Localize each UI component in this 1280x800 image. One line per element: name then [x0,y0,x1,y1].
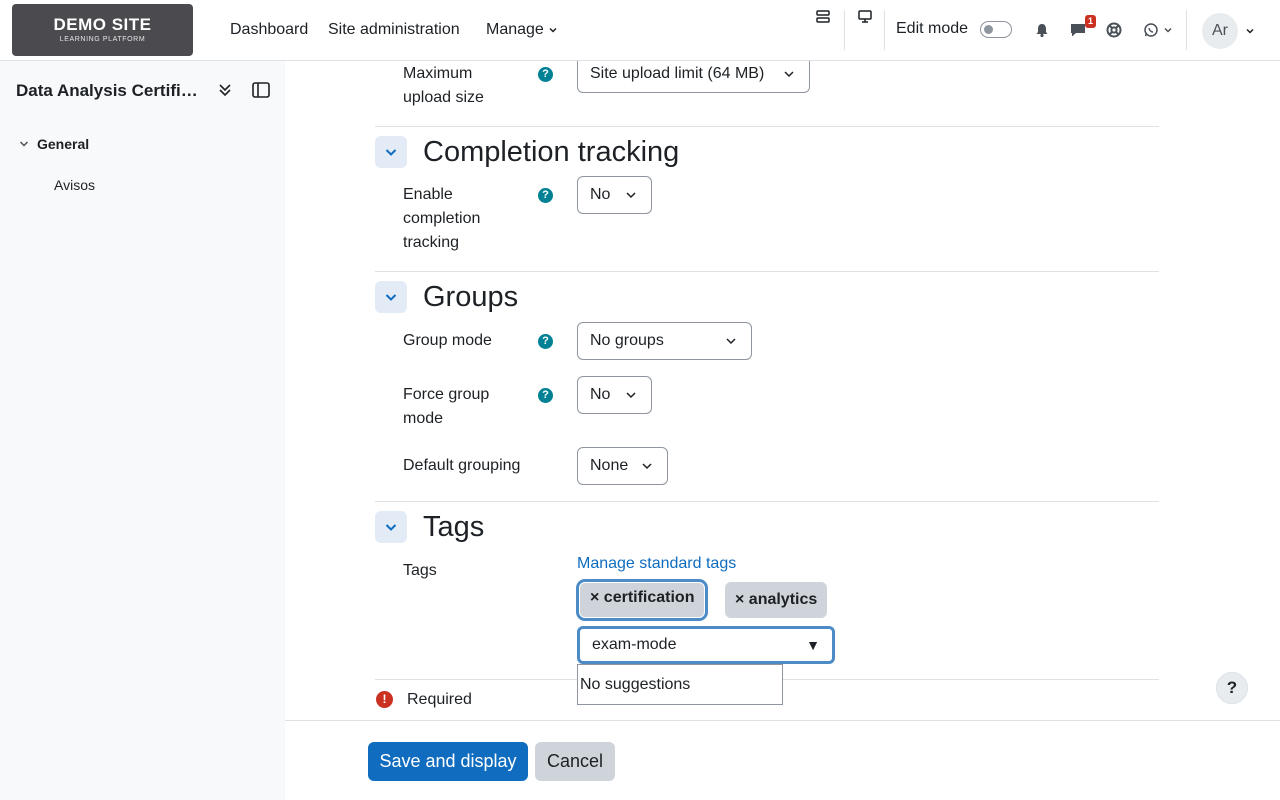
chevron-down-icon [726,338,736,345]
default-grouping-select[interactable]: None [577,447,668,485]
section-general[interactable]: General [18,136,89,152]
page-help-button[interactable]: ? [1216,672,1248,704]
completion-section-toggle[interactable] [375,136,407,168]
site-logo-tagline: LEARNING PLATFORM [59,36,146,43]
manage-standard-tags-link[interactable]: Manage standard tags [577,552,736,576]
course-index-drawer: Data Analysis Certification General Avis… [0,61,285,800]
default-grouping-label: Default grouping [403,457,521,474]
user-menu-chevron-icon[interactable] [1243,24,1257,38]
chevron-down-icon [549,27,557,33]
completion-section-title: Completion tracking [423,136,680,168]
bell-icon[interactable] [1032,20,1052,40]
force-group-mode-label: Force group mode [403,386,490,427]
chevron-down-icon [626,192,636,199]
tags-input[interactable]: exam-mode ▼ [577,626,835,664]
navbar-divider [884,10,885,50]
group-mode-select[interactable]: No groups [577,322,752,360]
groups-section-title: Groups [423,281,519,313]
chevron-down-icon [385,524,397,531]
tags-section-title: Tags [423,511,485,543]
collapse-all-icon[interactable] [216,81,234,104]
whatsapp-icon [1144,23,1158,37]
max-upload-size-select[interactable]: Site upload limit (64 MB) [577,61,810,93]
section-divider [375,271,1159,272]
navbar-divider [1186,10,1187,50]
tags-section-toggle[interactable] [375,511,407,543]
course-title[interactable]: Data Analysis Certification [16,80,206,102]
nav-dashboard[interactable]: Dashboard [230,19,308,41]
save-and-display-button[interactable]: Save and display [368,742,528,781]
chevron-down-icon [642,463,652,470]
select-value: Site upload limit (64 MB) [590,65,765,82]
groups-section-toggle[interactable] [375,281,407,313]
close-drawer-icon[interactable] [251,81,271,104]
help-icon[interactable]: ? [538,188,553,203]
activity-avisos[interactable]: Avisos [54,177,95,193]
block-layout-icon[interactable] [813,8,833,26]
toggle-knob [984,25,993,34]
section-divider [375,501,1159,502]
help-icon[interactable]: ? [538,334,553,349]
max-upload-size-label: Maximum upload size [403,65,484,106]
course-settings-form: Maximum upload size ? Site upload limit … [285,61,1280,720]
site-logo-name: DEMO SITE [53,15,152,34]
enable-completion-select[interactable]: No [577,176,652,214]
help-icon[interactable]: ? [538,67,553,82]
chevron-down-icon [385,149,397,156]
edit-mode-label: Edit mode [896,20,969,37]
tag-suggestions-list: No suggestions [577,664,783,705]
select-value: No groups [590,332,664,349]
tag-chip-certification[interactable]: × certification [579,582,706,618]
edit-mode-toggle[interactable] [980,21,1012,38]
tags-label: Tags [403,562,437,579]
enable-completion-label: Enable completion tracking [403,186,481,251]
site-logo[interactable]: DEMO SITE LEARNING PLATFORM [12,4,193,56]
required-legend: Required [407,691,472,708]
chevron-down-icon [1164,27,1172,33]
cancel-button[interactable]: Cancel [535,742,615,781]
message-count-badge: 1 [1085,15,1096,28]
tag-chip-analytics[interactable]: × analytics [725,582,828,618]
nav-site-administration[interactable]: Site administration [328,19,460,41]
help-icon[interactable]: ? [538,388,553,403]
chevron-down-icon [19,141,29,147]
section-divider [375,126,1159,127]
navbar-divider [844,10,845,50]
required-icon: ! [376,691,393,708]
chevron-down-icon [784,71,794,78]
nav-manage-label: Manage [486,21,544,38]
select-value: No [590,186,611,203]
nav-manage-menu[interactable]: Manage [486,19,558,41]
whatsapp-menu[interactable] [1140,20,1176,40]
group-mode-label: Group mode [403,332,492,349]
monitor-icon[interactable] [855,8,875,26]
select-value: No [590,386,611,403]
dropdown-arrow-icon[interactable]: ▼ [806,629,820,661]
chevron-down-icon [385,294,397,301]
select-value: None [590,457,629,474]
chevron-down-icon [626,392,636,399]
force-group-mode-select[interactable]: No [577,376,652,414]
lifebuoy-icon[interactable] [1104,20,1124,40]
form-action-footer: Save and display Cancel [285,720,1280,800]
user-avatar[interactable]: Ar [1202,13,1238,49]
top-navbar: DEMO SITE LEARNING PLATFORM Dashboard Si… [0,0,1280,61]
tags-input-value: exam-mode [592,636,677,653]
section-general-label: General [37,136,90,152]
